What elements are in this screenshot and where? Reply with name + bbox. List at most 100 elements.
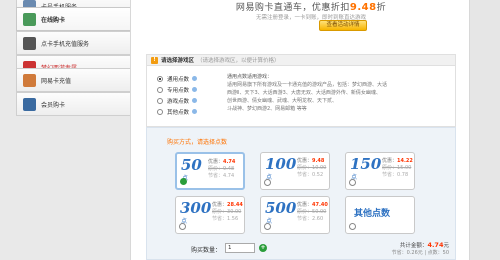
save-label: 节省： <box>297 172 313 178</box>
headline-suffix: 折 <box>376 3 387 13</box>
card-save: 2.60 <box>312 216 324 222</box>
save-label: 节省： <box>208 173 224 179</box>
card-price: 14.22 <box>397 158 413 164</box>
total-summary: 共计金额：4.74元 节省：0.26元 | 点数：50 <box>359 242 449 257</box>
card-save: 0.52 <box>312 172 324 178</box>
radio-button[interactable] <box>349 223 356 230</box>
sidebar-item-buy-card[interactable]: 在线购卡 <box>16 7 134 31</box>
region-option-label: 游戏点数 <box>167 98 190 105</box>
card-points: 50 <box>181 156 202 174</box>
card-save: 0.78 <box>397 172 409 178</box>
help-icon[interactable] <box>192 76 198 81</box>
region-header: ! 请选择游戏区 （请选择游戏区，以便计算价格） <box>147 55 455 66</box>
sidebar-item-label: 在线购卡 <box>41 16 66 24</box>
card-points: 100 <box>265 155 297 173</box>
game-info: 通用点数适用游戏： 适用网易旗下所有游戏及一卡通充值的游戏产品，包括：梦幻西游、… <box>227 73 449 113</box>
radio-button[interactable] <box>349 179 356 186</box>
total-label: 共计金额： <box>399 243 428 249</box>
orig-label: 原价： <box>208 166 224 172</box>
card-save: 4.74 <box>223 173 235 179</box>
points-card-300[interactable]: 300 点 优惠：28.44 原价：30.00 节省：1.56 <box>175 196 245 234</box>
page-background <box>470 0 500 260</box>
sidebar-item-phone-recharge[interactable]: 点卡手机充值服务 <box>16 31 130 55</box>
region-label: 请选择游戏区 <box>161 58 195 64</box>
plus-icon[interactable]: + <box>259 244 267 252</box>
warning-icon: ! <box>151 56 158 64</box>
headline-text: 网易购卡直通车，优惠折扣 <box>235 3 350 13</box>
price-label: 优惠： <box>208 159 224 165</box>
region-selector: ! 请选择游戏区 （请选择游戏区，以便计算价格） 通用点数 专用点数 游戏点数 <box>146 54 456 127</box>
card-save: 1.56 <box>227 216 239 222</box>
radio-button[interactable] <box>179 223 186 230</box>
radio-button[interactable] <box>157 86 163 93</box>
card-prices: 优惠：28.44 原价：30.00 节省：1.56 <box>212 202 246 223</box>
points-card-500[interactable]: 500 点 优惠：47.40 原价：50.00 节省：2.60 <box>260 196 330 234</box>
sidebar-item-member[interactable]: 会员购卡 <box>16 92 130 116</box>
region-option[interactable]: 游戏点数 <box>157 95 217 106</box>
region-option[interactable]: 其他点数 <box>157 106 217 117</box>
card-prices: 优惠：9.48 原价：10.00 节省：0.52 <box>297 158 331 179</box>
total-amount: 4.74 <box>427 241 444 249</box>
sidebar-item-label: 点卡手机充值服务 <box>41 40 90 48</box>
region-option[interactable]: 专用点数 <box>157 84 217 95</box>
sidebar-item-label: 网易卡充值 <box>41 77 72 85</box>
orig-label: 原价： <box>382 165 398 171</box>
sidebar-item-card-recharge[interactable]: 网易卡充值 <box>16 68 130 92</box>
member-icon <box>23 97 36 111</box>
purchase-panel: 购买方式，请选择点数 50 点 优惠：4.74 原价：9.48 节省：4.74 … <box>146 127 456 260</box>
radio-button[interactable] <box>264 179 271 186</box>
region-option[interactable]: 通用点数 <box>157 73 217 84</box>
save-label: 节省： <box>382 172 398 178</box>
game-info-line: 适用网易旗下所有游戏及一卡通充值的游戏产品，包括：梦幻西游、大话 <box>227 82 388 88</box>
points-card-other[interactable]: 其他点数 <box>345 196 415 234</box>
region-option-label: 其他点数 <box>167 109 190 116</box>
radio-button[interactable] <box>264 223 271 230</box>
main-panel: 网易购卡直通车，优惠折扣9.48折 无需注册登录，一卡到账，即时到账直达游戏 查… <box>130 0 470 260</box>
help-icon[interactable] <box>192 109 198 114</box>
check-icon[interactable] <box>180 178 187 185</box>
price-label: 优惠： <box>212 202 228 208</box>
points-card-50[interactable]: 50 点 优惠：4.74 原价：9.48 节省：4.74 <box>175 152 245 190</box>
radio-button[interactable] <box>157 108 163 115</box>
region-option-label: 通用点数 <box>167 76 190 83</box>
card-points: 150 <box>350 155 382 173</box>
promo-details-button[interactable]: 查看活动详情 <box>319 20 367 31</box>
purchase-title: 购买方式，请选择点数 <box>167 139 228 146</box>
region-options: 通用点数 专用点数 游戏点数 其他点数 <box>157 73 217 117</box>
save-label: 节省： <box>297 216 313 222</box>
quantity-label: 购买数量： <box>191 247 222 254</box>
radio-button[interactable] <box>157 75 163 82</box>
help-icon[interactable] <box>192 98 198 103</box>
orig-label: 原价： <box>297 165 313 171</box>
card-orig-price: 9.48 <box>223 166 235 172</box>
card-orig-price: 30.00 <box>227 209 242 215</box>
radio-button[interactable] <box>157 97 163 104</box>
card-orig-price: 15.00 <box>397 165 412 171</box>
quantity-input[interactable]: 1 <box>225 243 255 253</box>
total-unit: 元 <box>443 243 449 249</box>
card-prices: 优惠：14.22 原价：15.00 节省：0.78 <box>382 158 416 179</box>
card-price: 28.44 <box>227 202 243 208</box>
page-headline: 网易购卡直通车，优惠折扣9.48折 <box>171 0 451 13</box>
game-info-line: 创世西游、倩女幽魂、武魂、大明龙权、天下贰、 <box>227 98 338 104</box>
points-card-150[interactable]: 150 点 优惠：14.22 原价：15.00 节省：0.78 <box>345 152 415 190</box>
card-points: 300 <box>180 199 212 217</box>
card-price: 47.40 <box>312 202 328 208</box>
card-price: 9.48 <box>312 158 325 164</box>
card-prices: 优惠：47.40 原价：50.00 节省：2.60 <box>297 202 331 223</box>
card-orig-price: 10.00 <box>312 165 327 171</box>
help-icon[interactable] <box>192 87 198 92</box>
price-label: 优惠： <box>297 158 313 164</box>
save-label: 节省： <box>212 216 228 222</box>
card-prices: 优惠：4.74 原价：9.48 节省：4.74 <box>208 159 242 180</box>
phone-icon <box>23 36 36 50</box>
card-orig-price: 50.00 <box>312 209 327 215</box>
orig-label: 原价： <box>212 209 228 215</box>
points-card-100[interactable]: 100 点 优惠：9.48 原价：10.00 节省：0.52 <box>260 152 330 190</box>
price-label: 优惠： <box>297 202 313 208</box>
other-points-label: 其他点数 <box>354 209 391 219</box>
shopping-icon <box>23 12 36 26</box>
sidebar-item-label: 会员购卡 <box>41 101 66 109</box>
card-price: 4.74 <box>223 159 236 165</box>
region-note: （请选择游戏区，以便计算价格） <box>197 58 280 64</box>
